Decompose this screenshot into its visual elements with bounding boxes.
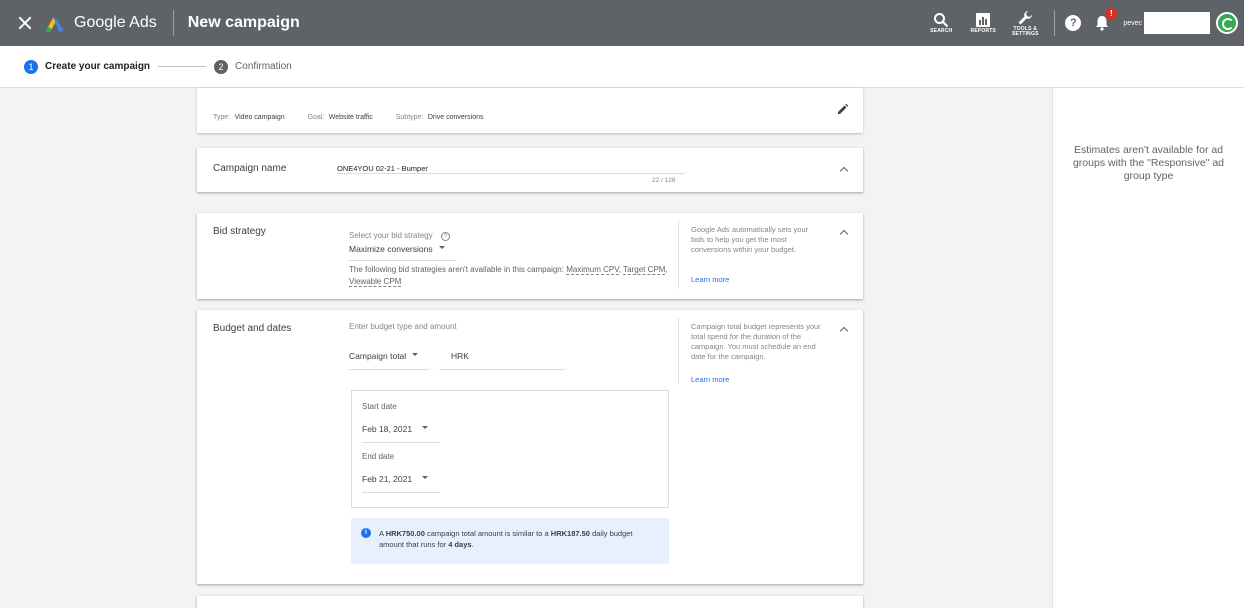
end-date-label: End date	[362, 452, 395, 461]
date-range-box: Start date Feb 18, 2021 End date Feb 21,…	[351, 390, 669, 508]
duration-days: 4 days	[448, 540, 472, 549]
search-label: SEARCH	[930, 28, 953, 34]
notification-badge: !	[1105, 8, 1118, 20]
budget-dates-card: Budget and dates Enter budget type and a…	[197, 310, 863, 584]
estimates-panel: Estimates aren't available for ad groups…	[1052, 88, 1244, 608]
total-amount: HRK750.00	[385, 529, 425, 538]
campaign-name-value: ONE4YOU 02-21 - Bumper	[337, 164, 428, 173]
budget-info-box: i A HRK750.00 campaign total amount is s…	[351, 518, 669, 564]
unavailable-strategy[interactable]: Target CPM	[623, 265, 666, 275]
learn-more-link[interactable]: Learn more	[691, 275, 729, 284]
budget-info-text: A HRK750.00 campaign total amount is sim…	[379, 528, 659, 550]
info-text-part: .	[471, 540, 474, 549]
start-date-value: Feb 18, 2021	[362, 424, 413, 434]
bid-strategy-dropdown[interactable]: Maximize conversions	[349, 239, 457, 261]
goal-value: Website traffic	[328, 114, 373, 121]
search-icon	[934, 13, 949, 28]
edit-pencil-icon[interactable]	[837, 103, 849, 115]
dropdown-caret-icon	[422, 476, 429, 480]
collapse-chevron-icon[interactable]	[839, 326, 849, 336]
help-divider	[678, 221, 679, 289]
daily-amount: HRK187.50	[550, 529, 590, 538]
reports-icon	[976, 13, 991, 27]
budget-type-dropdown[interactable]: Campaign total	[349, 346, 429, 370]
start-date-label: Start date	[362, 402, 397, 411]
notifications-button[interactable]: !	[1093, 8, 1118, 32]
header-actions: SEARCH REPORTS TOOLS & SETTINGS ? ! peve…	[920, 0, 1244, 46]
header-divider-right	[1054, 10, 1056, 36]
info-text-part: campaign total amount is similar to a	[424, 529, 551, 538]
dropdown-caret-icon	[412, 353, 419, 357]
char-counter: 22 / 128	[652, 177, 676, 184]
reports-label: REPORTS	[970, 28, 997, 34]
account-name[interactable]: pevec	[1123, 20, 1142, 27]
goal-label: Goal:	[307, 114, 325, 121]
next-section-card	[197, 596, 863, 608]
top-app-bar: Google Ads New campaign SEARCH REPORTS T…	[0, 0, 1244, 46]
tools-settings-button[interactable]: TOOLS & SETTINGS	[1007, 10, 1043, 37]
info-text-part: A	[379, 529, 386, 538]
type-label: Type:	[213, 114, 231, 121]
subtype-label: Subtype:	[395, 114, 424, 121]
dropdown-caret-icon	[438, 246, 445, 250]
bid-strategy-card: Bid strategy Select your bid strategy ? …	[197, 213, 863, 299]
step-create-campaign[interactable]: 1 Create your campaign	[24, 59, 151, 74]
unavailable-strategy[interactable]: Viewable CPM	[349, 277, 402, 287]
reports-button[interactable]: REPORTS	[965, 12, 1001, 34]
help-divider	[678, 318, 679, 384]
campaign-name-label: Campaign name	[213, 163, 287, 174]
bid-strategy-label: Bid strategy	[213, 226, 266, 237]
unavailable-strategies-note: The following bid strategies aren't avai…	[349, 265, 668, 287]
bid-strategy-selected: Maximize conversions	[349, 244, 433, 254]
info-icon: i	[361, 528, 371, 538]
campaign-summary-card: Type: Video campaign Goal: Website traff…	[197, 88, 863, 133]
bid-strategy-help-text: Google Ads automatically sets your bids …	[691, 225, 809, 254]
step-label: Create your campaign	[45, 61, 151, 72]
page-title: New campaign	[187, 14, 300, 31]
step-confirmation[interactable]: 2 Confirmation	[214, 59, 292, 74]
step-connector	[158, 66, 207, 67]
campaign-name-input[interactable]: ONE4YOU 02-21 - Bumper	[337, 158, 685, 174]
end-date-picker[interactable]: Feb 21, 2021	[362, 469, 440, 493]
avatar[interactable]	[1216, 12, 1238, 34]
wrench-icon	[1018, 10, 1033, 24]
budget-amount-input[interactable]: HRK	[439, 346, 565, 370]
collapse-chevron-icon[interactable]	[839, 229, 849, 239]
step-number: 1	[24, 59, 38, 74]
collapse-chevron-icon[interactable]	[839, 166, 849, 176]
end-date-value: Feb 21, 2021	[362, 474, 413, 484]
help-icon[interactable]: ?	[1065, 15, 1082, 31]
budget-type-selected: Campaign total	[349, 351, 407, 361]
step-label: Confirmation	[235, 61, 292, 72]
estimates-note: Estimates aren't available for ad groups…	[1072, 144, 1225, 182]
summary-row: Type: Video campaign Goal: Website traff…	[213, 106, 483, 124]
search-button[interactable]: SEARCH	[923, 12, 959, 34]
google-ads-logo	[46, 17, 64, 33]
account-id-field	[1144, 12, 1210, 34]
start-date-picker[interactable]: Feb 18, 2021	[362, 419, 440, 443]
type-value: Video campaign	[234, 114, 285, 121]
unavailable-strategy[interactable]: Maximum CPV	[566, 265, 619, 275]
main-content: Type: Video campaign Goal: Website traff…	[0, 88, 1052, 608]
tools-settings-label: TOOLS & SETTINGS	[1012, 25, 1039, 37]
currency-label: HRK	[451, 351, 469, 361]
budget-help-text: Campaign total budget represents your to…	[691, 322, 821, 361]
subtype-value: Drive conversions	[427, 114, 484, 121]
campaign-name-card: Campaign name ONE4YOU 02-21 - Bumper 22 …	[197, 148, 863, 192]
budget-dates-label: Budget and dates	[213, 323, 292, 334]
budget-prompt: Enter budget type and amount	[349, 322, 457, 331]
campaign-stepper: 1 Create your campaign 2 Confirmation	[0, 46, 1244, 88]
step-number: 2	[214, 59, 229, 74]
learn-more-link[interactable]: Learn more	[691, 375, 729, 384]
note-prefix: The following bid strategies aren't avai…	[349, 265, 564, 274]
close-icon[interactable]	[16, 14, 34, 32]
dropdown-caret-icon	[422, 426, 429, 430]
brand-name: Google Ads	[74, 14, 157, 31]
header-divider	[172, 10, 174, 36]
